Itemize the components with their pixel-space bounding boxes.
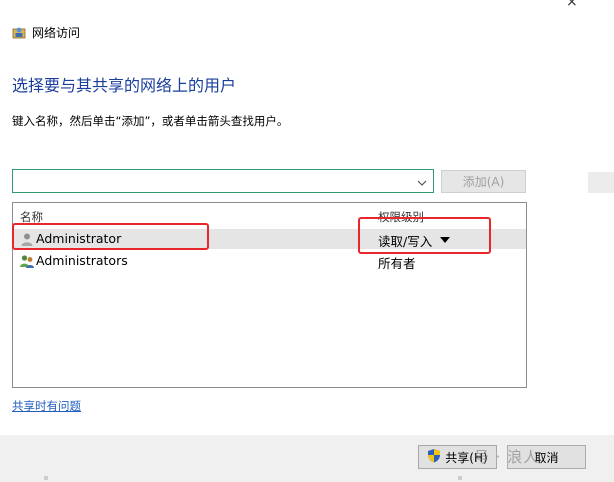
chevron-down-icon[interactable] [417, 174, 427, 186]
side-panel-edge [588, 172, 614, 193]
window-title: 网络访问 [32, 25, 81, 40]
highlight-box-user [12, 223, 209, 250]
instruction-text: 键入名称，然后单击“添加”，或者单击箭头查找用户。 [12, 114, 289, 128]
user-group-icon [19, 254, 35, 269]
user-name-combobox[interactable] [12, 169, 434, 193]
highlight-box-permission [358, 217, 491, 254]
row-permission-text: 所有者 [378, 256, 416, 271]
page-heading: 选择要与其共享的网络上的用户 [12, 76, 237, 95]
watermark-text: 号 · 浪人 [474, 448, 540, 466]
table-row[interactable]: Administrators 所有者 [13, 251, 526, 271]
window-title-bar: 网络访问 [12, 22, 80, 42]
sharing-help-link[interactable]: 共享时有问题 [12, 398, 81, 414]
row-user-name: Administrators [36, 253, 128, 268]
window-close-icon[interactable]: × [566, 0, 578, 10]
footer-marker [458, 476, 462, 480]
network-users-icon [12, 25, 26, 39]
add-button[interactable]: 添加(A) [441, 170, 526, 193]
shield-icon [427, 448, 441, 466]
footer-marker [44, 476, 48, 480]
